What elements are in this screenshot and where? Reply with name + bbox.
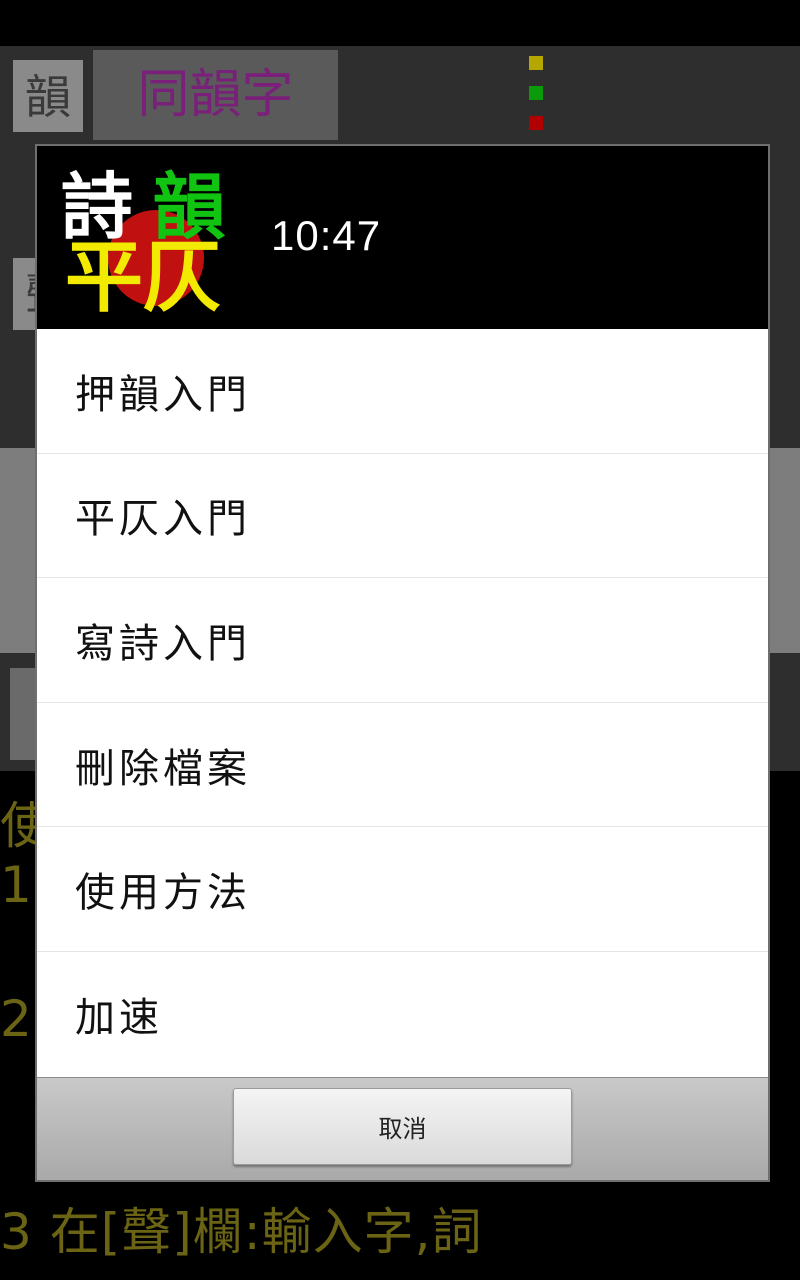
menu-item-delete-files[interactable]: 刪除檔案 xyxy=(37,702,768,828)
instruction-line: 2 xyxy=(0,990,32,1048)
menu-dialog: 詩 韻 平仄 10:47 押韻入門 平仄入門 寫詩入門 刪除檔案 使用方法 加速… xyxy=(35,144,770,1182)
instruction-line: 1 xyxy=(0,856,32,914)
dialog-time: 10:47 xyxy=(271,212,382,259)
instruction-line: 3 在[聲]欄:輸入字,詞 xyxy=(0,1203,483,1261)
menu-item-speed-up[interactable]: 加速 xyxy=(37,951,768,1077)
menu-item-poetry-intro[interactable]: 寫詩入門 xyxy=(37,578,768,703)
menu-list: 押韻入門 平仄入門 寫詩入門 刪除檔案 使用方法 加速 xyxy=(37,329,768,1077)
indicator-red-icon xyxy=(529,116,543,130)
dialog-header: 詩 韻 平仄 10:47 xyxy=(37,146,768,329)
rhyme-label: 韻 xyxy=(13,60,83,132)
indicator-yellow-icon xyxy=(529,56,543,70)
dialog-footer: 取消 xyxy=(37,1077,768,1180)
menu-item-rhyme-intro[interactable]: 押韻入門 xyxy=(37,329,768,454)
status-bar xyxy=(0,0,800,46)
logo-text-pingze: 平仄 xyxy=(65,233,221,312)
menu-item-how-to-use[interactable]: 使用方法 xyxy=(37,827,768,952)
background-field-right xyxy=(768,448,800,653)
app-logo-icon: 詩 韻 平仄 xyxy=(61,166,226,312)
cancel-button[interactable]: 取消 xyxy=(233,1088,572,1165)
indicator-green-icon xyxy=(529,86,543,100)
menu-item-tone-intro[interactable]: 平仄入門 xyxy=(37,453,768,579)
same-rhyme-tab[interactable]: 同韻字 xyxy=(93,50,338,140)
background-field-left xyxy=(0,448,40,653)
